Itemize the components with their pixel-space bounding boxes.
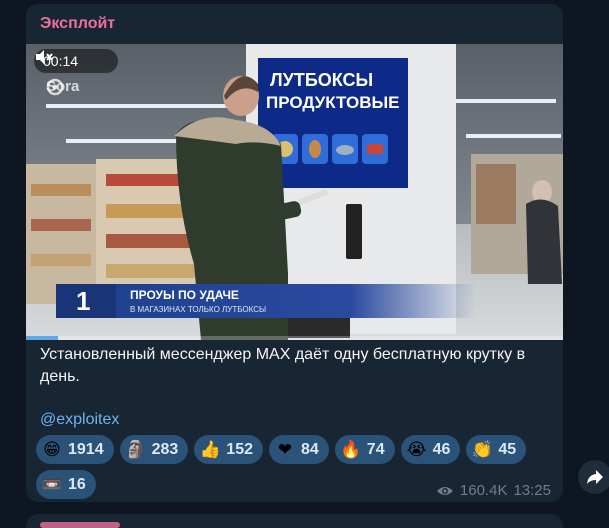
next-message-author	[40, 522, 120, 528]
video-duration[interactable]: 00:14	[34, 49, 118, 73]
reaction-count: 1914	[68, 440, 104, 458]
video-player[interactable]: ЛУТБОКСЫ ПРОДУКТОВЫЕ 1 ПРОУЫ ПО УДАЧЕ В …	[26, 44, 563, 340]
reaction-grinning-face[interactable]: 😁 1914	[36, 435, 114, 464]
reaction-cassette-tape[interactable]: 📼 16	[36, 470, 96, 499]
video-frame: ЛУТБОКСЫ ПРОДУКТОВЫЕ 1 ПРОУЫ ПО УДАЧЕ В …	[26, 44, 563, 340]
grinning-face-icon: 😁	[43, 440, 61, 459]
cassette-tape-icon: 📼	[41, 475, 63, 494]
reaction-count: 46	[432, 440, 451, 458]
eye-icon	[436, 486, 453, 495]
tv-subtitle: В МАГАЗИНАХ ТОЛЬКО ЛУТБОКСЫ	[130, 305, 266, 314]
channel-name[interactable]: Эксплойт	[40, 15, 115, 33]
reaction-crying-face[interactable]: 😭 46	[400, 435, 461, 464]
next-message-bubble	[26, 514, 563, 528]
post-text: Установленный мессенджер MAX даёт одну б…	[40, 346, 526, 385]
video-progress-fill	[26, 336, 59, 340]
clapping-hands-icon: 👏	[471, 440, 493, 459]
share-button[interactable]	[578, 460, 609, 494]
thumbs-up-icon: 👍	[199, 440, 221, 459]
message-meta: 160.4K 13:25	[436, 482, 551, 499]
reaction-count: 283	[151, 440, 179, 458]
message-time: 13:25	[513, 482, 551, 499]
message-bubble: Эксплойт ЛУТБОКСЫ ПРОДУКТОВЫЕ 1 ПРОУЫ ПО…	[26, 4, 563, 502]
fire-icon: 🔥	[340, 440, 362, 459]
red-heart-icon: ❤	[277, 440, 293, 459]
reaction-moai[interactable]: 🗿 283	[119, 435, 189, 464]
reaction-count: 45	[498, 440, 517, 458]
reaction-red-heart[interactable]: ❤ 84	[269, 435, 329, 464]
reaction-clapping-hands[interactable]: 👏 45	[466, 435, 527, 464]
screen-title-1: ЛУТБОКСЫ	[270, 70, 373, 90]
video-progress-bar[interactable]	[26, 336, 563, 340]
reaction-count: 84	[301, 440, 319, 458]
reaction-fire[interactable]: 🔥 74	[334, 435, 395, 464]
views-count: 160.4K	[459, 482, 508, 499]
muted-icon[interactable]	[34, 49, 54, 65]
share-arrow-icon	[587, 470, 603, 484]
reaction-count: 152	[226, 440, 253, 458]
reaction-thumbs-up[interactable]: 👍 152	[194, 435, 263, 464]
reaction-count: 74	[366, 440, 385, 458]
sora-watermark: Sora	[46, 78, 79, 96]
channel-one-logo: 1	[76, 286, 90, 316]
moai-icon: 🗿	[125, 440, 147, 459]
reaction-count: 16	[68, 475, 86, 493]
tv-title: ПРОУЫ ПО УДАЧЕ	[130, 288, 239, 302]
crying-face-icon: 😭	[406, 440, 427, 459]
sora-logo-icon	[46, 78, 64, 96]
screen-title-2: ПРОДУКТОВЫЕ	[266, 93, 399, 112]
channel-mention-link[interactable]: @exploitex	[40, 411, 119, 429]
